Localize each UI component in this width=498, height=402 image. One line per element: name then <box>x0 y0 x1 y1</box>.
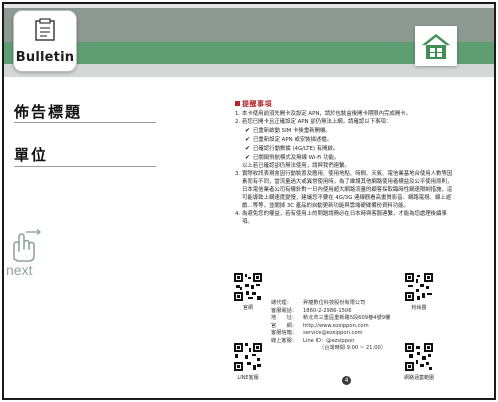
contact-row: 官 網： http://www.ezsippon.com <box>271 322 369 329</box>
line-support-qr-code[interactable] <box>233 342 263 372</box>
coverage-qr-code[interactable] <box>404 342 434 372</box>
checkmark-icon: ✔ <box>245 126 251 134</box>
contact-row: 客服信箱： service@ezsippon.com <box>271 330 363 336</box>
logo-text: Bulletin <box>15 50 75 65</box>
contact-row: 客服電話： 1860-2-2986-1506 <box>271 307 352 314</box>
contact-row: （台灣時間 9:00 ~ 21:00） <box>319 345 387 351</box>
check-item: ✔ 已重新設定 APN 或安裝描述檔。 <box>245 135 333 143</box>
official-site-qr-code[interactable] <box>233 272 263 302</box>
unit-label: 單位 <box>14 146 49 164</box>
notice-item: 2. 若您已開卡且正確設定 APN 卻仍無法上網，請確認以下事項： <box>235 119 392 125</box>
contact-row: 地 址： 新北市三重區重新路5段609巷4號9樓 <box>271 315 391 321</box>
bulletin-page: Bulletin 佈告標題 單位 next 提醒事項 1. 本卡使用前須先開卡及設… <box>2 2 496 400</box>
official-site-label: 官網 <box>242 305 253 311</box>
checkmark-icon: ✔ <box>245 144 251 152</box>
contact-row: 線上客服： Line ID：@ezsippon <box>271 337 355 344</box>
page-number: 4 <box>342 376 351 385</box>
swipe-hand-icon <box>13 228 42 262</box>
unit-underline <box>14 166 156 167</box>
home-button[interactable] <box>415 26 457 66</box>
red-square-icon <box>235 101 240 106</box>
check-item: ✔ 已重新啟動 SIM 卡後重新開機。 <box>245 126 331 134</box>
contact-info: 總代理： 昇龍數位科技股份有限公司 客服電話： 1860-2-2986-1506 地… <box>271 300 390 353</box>
contact-row: 總代理： 昇龍數位科技股份有限公司 <box>271 300 366 306</box>
coverage-label: 網路涵蓋範圍 <box>403 375 434 381</box>
fan-page-label: 粉絲團 <box>411 305 427 311</box>
checkmark-icon: ✔ <box>245 153 251 161</box>
checkmark-icon: ✔ <box>245 135 251 143</box>
check-item: ✔ 已關閉飛航模式及無線 Wi-Fi 功能。 <box>245 153 340 161</box>
notice-item: 4. 為避免您的權益，若有使用上的問題請務必在日本時與客服連繫，才能為您處理後續事… <box>235 211 447 225</box>
after-checks-text: 以上若已確認卻仍無法使用，請與我們連繫。 <box>242 163 350 169</box>
check-item: ✔ 已確認行動數據 (4G/LTE) 有開啟。 <box>245 144 339 152</box>
notice-item: 3. 實際收訊表現會因行動裝置及應用、使用地點、時間、天氣、電信業基地台使用人數等… <box>235 171 453 209</box>
notice-title: 提醒事項 <box>235 100 457 108</box>
home-icon <box>422 34 450 59</box>
next-label[interactable]: next <box>6 262 32 278</box>
notice-content: 提醒事項 1. 本卡使用前須先開卡及設定 APN，請於包裝盒後開卡期限內完成開卡。… <box>235 100 457 226</box>
notice-item: 1. 本卡使用前須先開卡及設定 APN，請於包裝盒後開卡期限內完成開卡。 <box>235 111 412 117</box>
bulletin-board-icon <box>35 18 55 41</box>
bulletin-logo[interactable]: Bulletin <box>13 10 77 72</box>
line-support-label: LINE客服 <box>237 375 259 381</box>
fan-page-qr-code[interactable] <box>404 272 434 302</box>
post-title-label: 佈告標題 <box>14 103 83 121</box>
title-underline <box>14 122 156 123</box>
